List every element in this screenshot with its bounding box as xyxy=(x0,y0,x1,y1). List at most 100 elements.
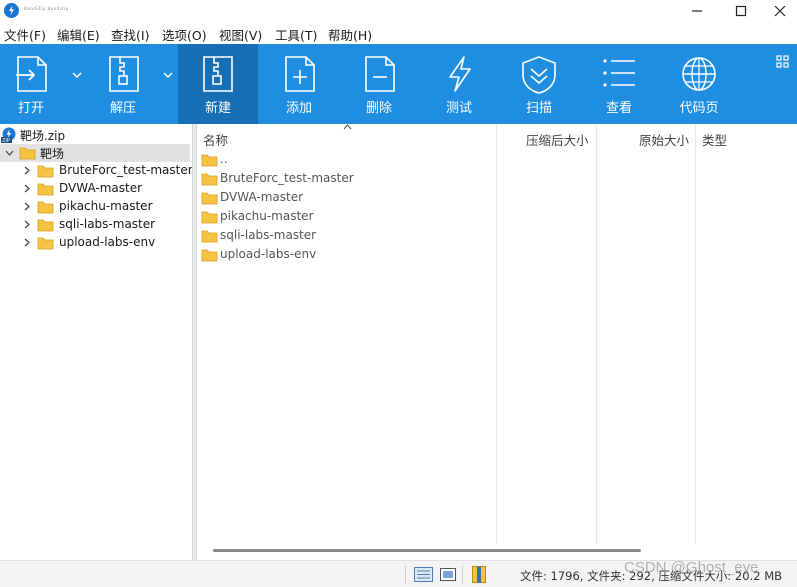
preview-view-icon[interactable] xyxy=(440,568,456,581)
globe-icon xyxy=(682,57,716,91)
column-header-original[interactable]: 原始大小 xyxy=(639,130,689,149)
list-item-label: DVWA-master xyxy=(220,190,304,204)
archive-info-icon[interactable] xyxy=(472,566,486,583)
maximize-button[interactable] xyxy=(724,0,758,22)
column-divider xyxy=(695,124,696,544)
folder-icon xyxy=(201,192,218,205)
list-item[interactable]: DVWA-master xyxy=(201,189,491,207)
close-button[interactable] xyxy=(763,0,797,22)
file-list: 名称 压缩后大小 原始大小 类型 .. BruteForc_test-maste… xyxy=(197,124,797,560)
tree-item-root[interactable]: 靶场 xyxy=(0,144,190,162)
lightning-icon xyxy=(449,56,471,92)
list-item-label: .. xyxy=(220,152,228,166)
add-label: 添加 xyxy=(285,101,312,116)
codepage-label: 代码页 xyxy=(679,101,719,116)
tree-item-label: BruteForc_test-master xyxy=(59,163,193,177)
folder-icon xyxy=(19,147,36,160)
new-label: 新建 xyxy=(204,101,231,116)
folder-icon xyxy=(37,237,54,250)
extract-icon xyxy=(109,56,139,92)
menu-find[interactable]: 查找(I) xyxy=(111,25,149,44)
chevron-right-icon[interactable] xyxy=(24,166,30,175)
test-button[interactable]: 测试 xyxy=(428,44,490,124)
zip-archive-icon: ZIP xyxy=(1,127,16,143)
menu-options[interactable]: 选项(O) xyxy=(162,25,207,44)
list-item-label: BruteForc_test-master xyxy=(220,171,354,185)
tree-item-label: 靶场 xyxy=(40,147,65,161)
menu-help[interactable]: 帮助(H) xyxy=(328,25,372,44)
minimize-icon xyxy=(692,10,702,12)
folder-icon xyxy=(201,154,218,167)
status-divider xyxy=(405,565,406,584)
delete-button[interactable]: 删除 xyxy=(348,44,410,124)
horizontal-scrollbar[interactable] xyxy=(213,549,641,552)
tree-item-label: DVWA-master xyxy=(59,181,143,195)
menu-tools[interactable]: 工具(T) xyxy=(275,25,317,44)
open-button[interactable]: 打开 xyxy=(0,44,66,124)
folder-icon xyxy=(201,173,218,186)
view-button[interactable]: 查看 xyxy=(588,44,650,124)
delete-file-icon xyxy=(365,56,395,92)
extract-button[interactable]: 解压 xyxy=(92,44,158,124)
maximize-icon xyxy=(735,5,747,17)
open-icon xyxy=(16,56,47,92)
svg-text:ZIP: ZIP xyxy=(2,138,10,143)
tree-item-pikachu[interactable]: pikachu-master xyxy=(0,198,190,216)
new-archive-icon xyxy=(203,56,233,92)
list-item[interactable]: pikachu-master xyxy=(201,208,491,226)
chevron-right-icon[interactable] xyxy=(24,220,30,229)
details-view-icon[interactable] xyxy=(414,567,433,582)
tree-item-sqli[interactable]: sqli-labs-master xyxy=(0,216,190,234)
tree-item-dvwa[interactable]: DVWA-master xyxy=(0,180,190,198)
tree-archive-label: 靶场.zip xyxy=(20,129,66,143)
folder-icon xyxy=(37,201,54,214)
menu-edit[interactable]: 编辑(E) xyxy=(57,25,100,44)
menu-bar: 文件(F) 编辑(E) 查找(I) 选项(O) 视图(V) 工具(T) 帮助(H… xyxy=(0,22,797,44)
column-header-compressed[interactable]: 压缩后大小 xyxy=(526,130,589,149)
extract-dropdown-icon[interactable] xyxy=(163,72,173,78)
folder-icon xyxy=(37,219,54,232)
layout-grid-icon[interactable] xyxy=(776,55,789,68)
toolbar: 打开 解压 新建 添加 删除 测试 扫描 查看 代码页 xyxy=(0,44,797,124)
codepage-button[interactable]: 代码页 xyxy=(668,44,730,124)
column-header-name[interactable]: 名称 xyxy=(203,130,228,149)
scan-button[interactable]: 扫描 xyxy=(508,44,570,124)
tree-item-label: pikachu-master xyxy=(59,199,153,213)
tree-item-bruteforc[interactable]: BruteForc_test-master xyxy=(0,162,193,180)
folder-tree: ZIP 靶场.zip 靶场 BruteForc_test-master DVWA… xyxy=(0,124,193,560)
column-header-type[interactable]: 类型 xyxy=(702,130,727,149)
list-item-label: pikachu-master xyxy=(220,209,314,223)
list-item[interactable]: BruteForc_test-master xyxy=(201,170,491,188)
column-divider xyxy=(596,124,597,544)
bandizip-logo-icon xyxy=(4,3,19,18)
list-item-parent[interactable]: .. xyxy=(201,151,491,169)
chevron-right-icon[interactable] xyxy=(24,238,30,247)
new-button[interactable]: 新建 xyxy=(178,44,258,124)
chevron-right-icon[interactable] xyxy=(24,184,30,193)
chevron-right-icon[interactable] xyxy=(24,202,30,211)
minimize-button[interactable] xyxy=(680,0,714,22)
status-divider xyxy=(462,565,463,584)
menu-file[interactable]: 文件(F) xyxy=(4,25,46,44)
folder-icon xyxy=(37,165,54,178)
menu-view[interactable]: 视图(V) xyxy=(219,25,262,44)
tree-archive-root[interactable]: ZIP 靶场.zip xyxy=(0,126,192,144)
tree-item-upload[interactable]: upload-labs-env xyxy=(0,234,190,252)
chevron-down-icon[interactable] xyxy=(5,150,14,156)
folder-icon xyxy=(37,183,54,196)
open-dropdown-icon[interactable] xyxy=(72,72,82,78)
list-item[interactable]: upload-labs-env xyxy=(201,246,491,264)
delete-label: 删除 xyxy=(365,101,392,116)
open-label: 打开 xyxy=(18,101,45,116)
tree-item-label: upload-labs-env xyxy=(59,235,156,249)
extract-label: 解压 xyxy=(110,101,137,116)
add-file-icon xyxy=(285,56,315,92)
column-divider xyxy=(496,124,497,544)
scan-label: 扫描 xyxy=(525,101,552,116)
folder-icon xyxy=(201,211,218,224)
sort-ascending-icon xyxy=(343,124,352,130)
list-item[interactable]: sqli-labs-master xyxy=(201,227,491,245)
test-label: 测试 xyxy=(445,101,472,116)
window-title: BandiZip Bandizip xyxy=(24,6,69,11)
add-button[interactable]: 添加 xyxy=(268,44,330,124)
